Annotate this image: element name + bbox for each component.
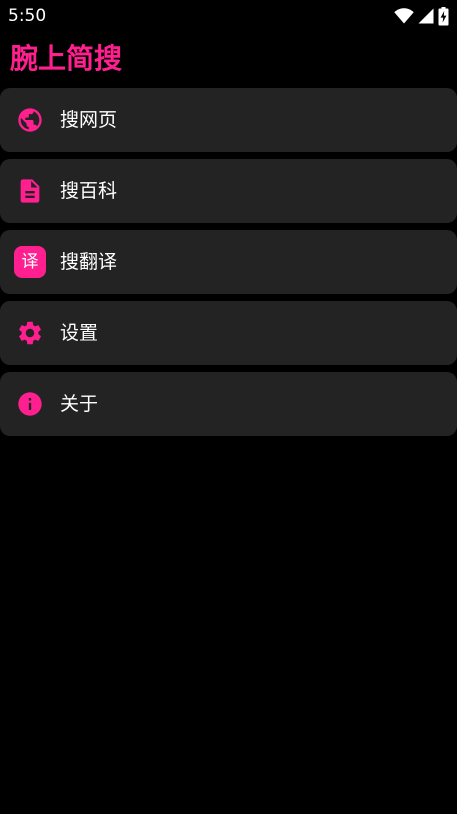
translate-badge: 译 [14,246,46,278]
menu-item-web-search[interactable]: 搜网页 [0,88,457,152]
wifi-icon [394,8,414,24]
menu-list: 搜网页 搜百科 译 搜翻译 设置 关于 [0,88,457,443]
status-time: 5:50 [8,6,47,26]
menu-item-settings[interactable]: 设置 [0,301,457,365]
info-icon [14,388,46,420]
signal-icon [418,8,434,24]
gear-icon [14,317,46,349]
menu-item-label: 搜网页 [60,109,118,131]
status-icons [394,5,449,27]
menu-item-label: 设置 [60,322,99,344]
menu-item-label: 搜百科 [60,180,118,202]
globe-icon [14,104,46,136]
menu-item-label: 搜翻译 [60,251,118,273]
status-bar: 5:50 [0,0,457,32]
menu-item-encyclopedia-search[interactable]: 搜百科 [0,159,457,223]
translate-icon: 译 [14,246,46,278]
menu-item-label: 关于 [60,393,99,415]
battery-charging-icon [438,6,449,26]
app-title: 腕上简搜 [10,42,123,75]
menu-item-about[interactable]: 关于 [0,372,457,436]
menu-item-translate-search[interactable]: 译 搜翻译 [0,230,457,294]
document-icon [14,175,46,207]
